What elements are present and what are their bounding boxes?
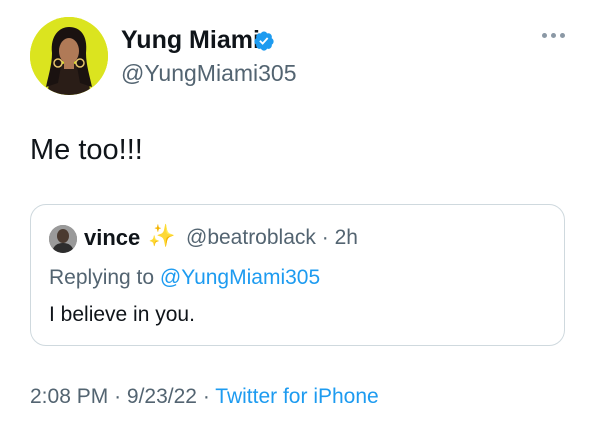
- quoted-author-handle[interactable]: @beatroblack: [186, 226, 316, 249]
- replying-to-line: Replying to @YungMiami305: [49, 266, 320, 290]
- tweet-time[interactable]: 2:08 PM: [30, 385, 108, 408]
- tweet-card: Yung Miami @YungMiami305 Me too!!! vince…: [0, 0, 595, 428]
- quoted-timestamp[interactable]: 2h: [335, 226, 358, 249]
- quoted-tweet-text: I believe in you.: [49, 303, 195, 326]
- author-display-name[interactable]: Yung Miami: [121, 26, 260, 55]
- tweet-metadata: 2:08 PM · 9/23/22 · Twitter for iPhone: [30, 385, 379, 409]
- tweet-text: Me too!!!: [30, 134, 143, 166]
- quoted-author-avatar[interactable]: [49, 225, 77, 253]
- replying-to-handle-link[interactable]: @YungMiami305: [160, 266, 320, 289]
- quoted-author-name[interactable]: vince: [84, 225, 140, 251]
- quoted-author-avatar-image: [49, 225, 77, 253]
- meta-separator: ·: [202, 385, 210, 408]
- sparkles-emoji: ✨: [148, 223, 176, 248]
- quoted-separator: ·: [321, 226, 329, 249]
- tweet-source-link[interactable]: Twitter for iPhone: [215, 385, 378, 408]
- verified-badge-icon: [254, 31, 274, 51]
- more-options-button[interactable]: [538, 28, 568, 42]
- author-handle[interactable]: @YungMiami305: [121, 60, 297, 87]
- more-horizontal-icon: [550, 32, 556, 38]
- replying-to-label: Replying to: [49, 266, 160, 289]
- meta-separator: ·: [114, 385, 122, 408]
- author-avatar-image: [30, 17, 108, 95]
- quoted-tweet[interactable]: vince ✨ @beatroblack · 2h Replying to @Y…: [30, 204, 565, 346]
- quoted-author-meta: @beatroblack · 2h: [186, 226, 358, 250]
- more-horizontal-icon: [541, 32, 547, 38]
- more-horizontal-icon: [559, 32, 565, 38]
- author-avatar[interactable]: [30, 17, 108, 95]
- tweet-date[interactable]: 9/23/22: [127, 385, 197, 408]
